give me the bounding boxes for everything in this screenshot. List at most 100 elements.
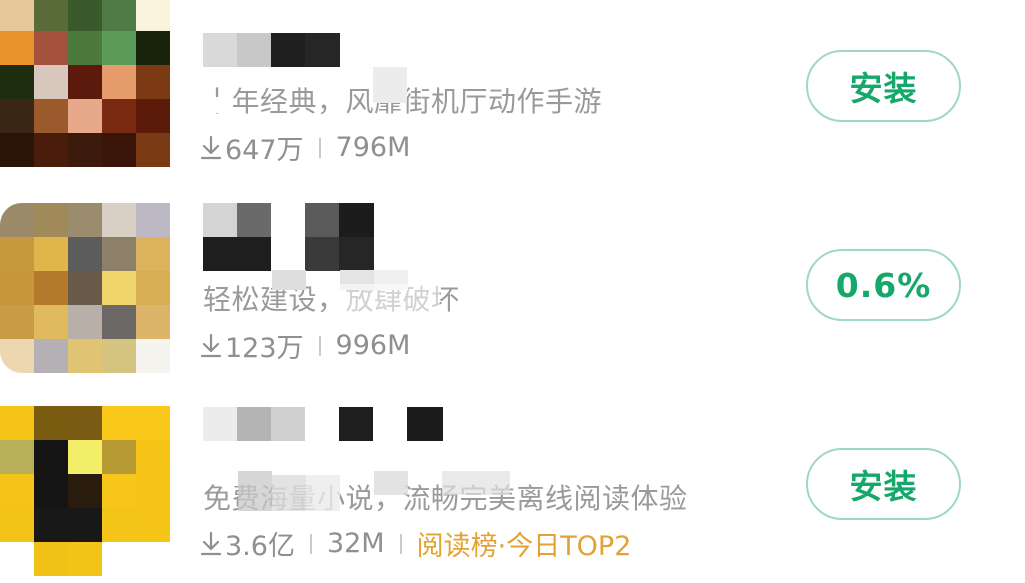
icon-pixel bbox=[34, 474, 68, 508]
app-icon[interactable] bbox=[0, 406, 170, 576]
icon-pixel bbox=[102, 99, 136, 133]
app-list-item[interactable]: 免费海量小说，流畅完美离线阅读体验 3.6亿 32M 阅读榜·今日TOP2 安装 bbox=[0, 403, 1025, 583]
download-icon bbox=[200, 135, 222, 159]
icon-pixel bbox=[136, 440, 170, 474]
download-count: 123万 bbox=[225, 333, 304, 364]
icon-pixel bbox=[102, 271, 136, 305]
icon-pixel bbox=[68, 406, 102, 440]
install-button[interactable]: 安装 bbox=[806, 50, 961, 122]
icon-pixel bbox=[0, 474, 34, 508]
icon-pixel bbox=[102, 31, 136, 65]
icon-pixel bbox=[68, 542, 102, 576]
icon-pixel bbox=[0, 305, 34, 339]
icon-pixel bbox=[0, 31, 34, 65]
separator bbox=[309, 533, 312, 554]
icon-pixel bbox=[102, 339, 136, 373]
icon-pixel bbox=[34, 305, 68, 339]
icon-pixel bbox=[102, 0, 136, 31]
icon-pixel bbox=[136, 271, 170, 305]
icon-pixel bbox=[136, 237, 170, 271]
icon-pixel bbox=[34, 65, 68, 99]
download-progress-button[interactable]: 0.6% bbox=[806, 249, 961, 321]
icon-pixel bbox=[68, 305, 102, 339]
separator bbox=[318, 335, 321, 356]
icon-pixel bbox=[102, 406, 136, 440]
icon-pixel bbox=[0, 508, 34, 542]
icon-pixel bbox=[136, 406, 170, 440]
icon-pixel bbox=[68, 440, 102, 474]
icon-pixel bbox=[34, 542, 68, 576]
icon-pixel bbox=[136, 474, 170, 508]
icon-pixel bbox=[68, 65, 102, 99]
icon-pixel bbox=[102, 203, 136, 237]
icon-pixel bbox=[0, 65, 34, 99]
icon-pixel bbox=[0, 406, 34, 440]
app-icon[interactable] bbox=[0, 203, 170, 373]
icon-pixel bbox=[0, 203, 34, 237]
icon-pixel bbox=[34, 0, 68, 31]
rank-badge[interactable]: 阅读榜·今日TOP2 bbox=[417, 524, 632, 563]
icon-pixel bbox=[34, 271, 68, 305]
icon-pixel bbox=[68, 271, 102, 305]
icon-pixel bbox=[68, 339, 102, 373]
icon-pixel bbox=[136, 31, 170, 65]
icon-pixel bbox=[102, 474, 136, 508]
icon-pixel bbox=[136, 0, 170, 31]
icon-pixel bbox=[136, 203, 170, 237]
app-name-censored bbox=[203, 407, 443, 441]
app-size: 32M bbox=[326, 528, 385, 559]
icon-pixel bbox=[34, 339, 68, 373]
icon-pixel bbox=[68, 31, 102, 65]
icon-pixel bbox=[68, 0, 102, 31]
icon-pixel bbox=[0, 0, 34, 31]
icon-pixel bbox=[68, 99, 102, 133]
icon-pixel bbox=[68, 237, 102, 271]
app-list: 十年经典，风靡街机厅动作手游 647万 796M 安装 轻松建设，放肆破坏 bbox=[0, 0, 1025, 577]
icon-pixel bbox=[0, 339, 34, 373]
icon-pixel bbox=[102, 133, 136, 167]
icon-pixel bbox=[34, 99, 68, 133]
download-icon bbox=[200, 333, 222, 357]
icon-pixel bbox=[136, 508, 170, 542]
app-meta: 3.6亿 32M 阅读榜·今日TOP2 bbox=[200, 524, 631, 563]
icon-pixel bbox=[102, 508, 136, 542]
app-meta: 123万 996M bbox=[200, 326, 410, 365]
separator bbox=[318, 137, 321, 158]
icon-pixel bbox=[68, 508, 102, 542]
app-name-censored bbox=[203, 33, 340, 67]
icon-pixel bbox=[68, 203, 102, 237]
icon-pixel bbox=[102, 305, 136, 339]
icon-pixel bbox=[34, 31, 68, 65]
icon-pixel bbox=[34, 203, 68, 237]
download-count: 3.6亿 bbox=[225, 531, 295, 562]
icon-pixel bbox=[68, 474, 102, 508]
icon-pixel bbox=[0, 542, 34, 576]
install-button[interactable]: 安装 bbox=[806, 448, 961, 520]
icon-pixel bbox=[34, 440, 68, 474]
icon-pixel bbox=[0, 237, 34, 271]
icon-pixel bbox=[34, 508, 68, 542]
icon-pixel bbox=[0, 440, 34, 474]
icon-pixel bbox=[136, 133, 170, 167]
icon-pixel bbox=[102, 440, 136, 474]
download-count: 647万 bbox=[225, 135, 304, 166]
icon-pixel bbox=[0, 133, 34, 167]
icon-pixel bbox=[34, 237, 68, 271]
icon-pixel bbox=[34, 133, 68, 167]
icon-pixel bbox=[34, 406, 68, 440]
app-list-item[interactable]: 十年经典，风靡街机厅动作手游 647万 796M 安装 bbox=[0, 0, 1025, 180]
icon-pixel bbox=[136, 542, 170, 576]
icon-pixel bbox=[102, 542, 136, 576]
icon-pixel bbox=[136, 339, 170, 373]
app-icon[interactable] bbox=[0, 0, 170, 167]
app-size: 796M bbox=[335, 132, 411, 163]
icon-pixel bbox=[136, 99, 170, 133]
separator bbox=[399, 533, 402, 554]
download-icon bbox=[200, 531, 222, 555]
app-list-item[interactable]: 轻松建设，放肆破坏 123万 996M 0.6% bbox=[0, 200, 1025, 380]
icon-pixel bbox=[102, 65, 136, 99]
icon-pixel bbox=[0, 99, 34, 133]
icon-pixel bbox=[102, 237, 136, 271]
app-name-censored bbox=[203, 203, 374, 271]
icon-pixel bbox=[0, 271, 34, 305]
